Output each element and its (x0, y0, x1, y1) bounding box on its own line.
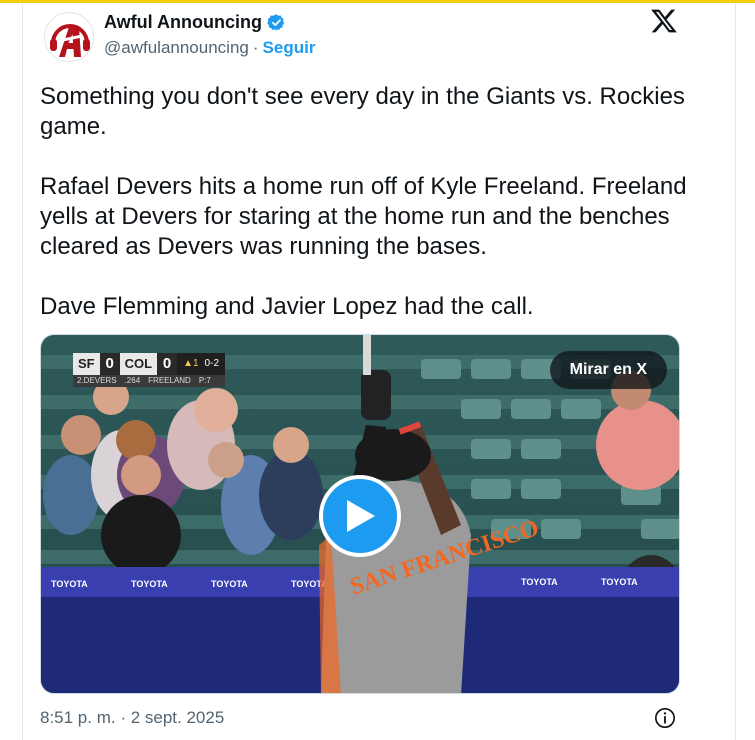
tweet-text: Something you don't see every day in the… (40, 82, 720, 322)
info-icon[interactable] (654, 707, 676, 729)
banner-text: TOYOTA (211, 579, 248, 589)
banner-text: TOYOTA (51, 579, 88, 589)
card-border-right (735, 3, 736, 740)
author-name-row: Awful Announcing (104, 12, 286, 33)
author-handle[interactable]: @awfulannouncing (104, 38, 249, 58)
tweet-timestamp[interactable]: 8:51 p. m. · 2 sept. 2025 (40, 708, 224, 728)
video-player[interactable]: TOYOTA TOYOTA TOYOTA TOYOTA TOYOTA TOYOT… (40, 334, 680, 694)
handle-separator: · (252, 38, 259, 57)
away-score: 0 (99, 353, 120, 375)
verified-badge-icon (267, 14, 285, 31)
tweet-paragraph: Dave Flemming and Javier Lopez had the c… (40, 293, 534, 320)
author-display-name[interactable]: Awful Announcing (104, 12, 262, 33)
play-button[interactable] (319, 475, 401, 557)
top-accent-bar (0, 0, 755, 3)
pitch-count: 0-2 (204, 358, 219, 369)
away-team: SF (73, 353, 100, 375)
game-state: ▲1 0-2 (177, 353, 225, 375)
card-border-left (22, 3, 23, 740)
x-logo-icon[interactable] (650, 7, 678, 35)
follow-button[interactable]: Seguir (263, 38, 316, 58)
batter-stat: .264 (124, 376, 141, 385)
banner-text: TOYOTA (521, 577, 558, 587)
watch-on-x-button[interactable]: Mirar en X (549, 351, 667, 389)
inning-indicator: ▲1 (183, 358, 199, 369)
pitcher-name: FREELAND (148, 376, 191, 385)
tweet-paragraph: Something you don't see every day in the… (40, 83, 685, 140)
batter-name: 2.DEVERS (77, 376, 117, 385)
author-handle-row: @awfulannouncing · Seguir (104, 38, 315, 58)
awful-announcing-logo-icon (46, 14, 93, 61)
pitcher-stat: P:7 (198, 376, 211, 385)
banner-text: TOYOTA (131, 579, 168, 589)
home-score: 0 (157, 353, 178, 375)
banner-text: TOYOTA (601, 577, 638, 587)
avatar[interactable] (44, 12, 94, 62)
tweet-paragraph: Rafael Devers hits a home run off of Kyl… (40, 173, 687, 260)
play-icon (347, 500, 375, 532)
home-team: COL (119, 353, 158, 375)
scorebug: SF 0 COL 0 ▲1 0-2 2.DEVERS .264 FREELAND… (73, 353, 225, 387)
